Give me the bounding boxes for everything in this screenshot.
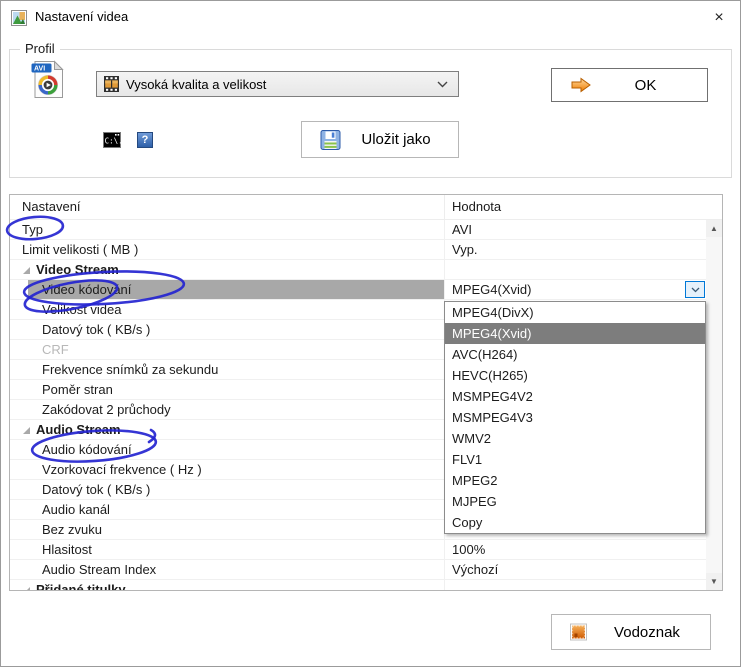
column-header-settings: Nastavení [10, 195, 445, 219]
grid-row[interactable]: Typ AVI [10, 220, 722, 240]
setting-label: Video Stream [36, 262, 119, 277]
profile-group-label: Profil [20, 41, 60, 56]
setting-label: Typ [22, 222, 43, 237]
avi-badge-label: AVI [34, 66, 45, 73]
codec-option[interactable]: FLV1 [445, 449, 705, 470]
ok-button[interactable]: OK [551, 68, 708, 102]
scrollbar-down-icon[interactable]: ▼ [706, 573, 722, 590]
grid-row[interactable]: Hlasitost 100% [10, 540, 722, 560]
scrollbar-up-icon[interactable]: ▲ [706, 220, 722, 237]
preset-combo-value: Vysoká kvalita a velikost [126, 77, 437, 92]
setting-label: Audio Stream Index [42, 562, 156, 577]
expanded-triangle-icon[interactable] [23, 587, 30, 591]
grid-row[interactable]: Video Stream [10, 260, 722, 280]
chevron-down-icon [437, 81, 448, 88]
film-strip-icon [104, 76, 119, 92]
chevron-down-icon [691, 287, 700, 293]
codec-option[interactable]: AVC(H264) [445, 344, 705, 365]
watermark-button-label: Vodoznak [592, 615, 702, 649]
setting-label: Vzorkovací frekvence ( Hz ) [42, 462, 202, 477]
codec-option[interactable]: Copy [445, 512, 705, 533]
setting-label: CRF [42, 342, 69, 357]
grid-header: Nastavení Hodnota [10, 195, 722, 220]
setting-label: Velikost videa [42, 302, 122, 317]
setting-label: Audio Stream [36, 422, 121, 437]
floppy-save-icon [320, 129, 341, 150]
value-combo-button[interactable] [685, 281, 705, 298]
codec-dropdown-list: MPEG4(DivX)MPEG4(Xvid)AVC(H264)HEVC(H265… [444, 301, 706, 534]
ok-button-label: OK [592, 69, 699, 101]
setting-value: Vyp. [452, 242, 478, 257]
grid-row[interactable]: Video kódování MPEG4(Xvid) [10, 280, 722, 300]
codec-option[interactable]: MSMPEG4V2 [445, 386, 705, 407]
codec-option[interactable]: WMV2 [445, 428, 705, 449]
avi-format-icon: AVI [31, 60, 64, 99]
codec-option[interactable]: MJPEG [445, 491, 705, 512]
setting-label: Audio kanál [42, 502, 110, 517]
expanded-triangle-icon[interactable] [23, 267, 30, 274]
orange-arrow-icon [570, 77, 592, 93]
setting-value: MPEG4(Xvid) [452, 282, 531, 297]
codec-option[interactable]: MPEG2 [445, 470, 705, 491]
codec-option[interactable]: MSMPEG4V3 [445, 407, 705, 428]
page-title: Nastavení videa [35, 1, 128, 35]
setting-label: Přidané titulky [36, 582, 126, 591]
save-as-button-label: Uložit jako [342, 122, 450, 157]
setting-label: Bez zvuku [42, 522, 102, 537]
setting-label: Limit velikosti ( MB ) [22, 242, 138, 257]
profile-preset-combobox[interactable]: Vysoká kvalita a velikost [96, 71, 459, 97]
setting-label: Frekvence snímků za sekundu [42, 362, 218, 377]
setting-value: AVI [452, 222, 472, 237]
setting-value: Výchozí [452, 562, 498, 577]
watermark-button[interactable]: Vodoznak [551, 614, 711, 650]
codec-option[interactable]: HEVC(H265) [445, 365, 705, 386]
setting-label: Datový tok ( KB/s ) [42, 482, 150, 497]
setting-label: Poměr stran [42, 382, 113, 397]
grid-row[interactable]: Limit velikosti ( MB ) Vyp. [10, 240, 722, 260]
setting-value: 100% [452, 542, 485, 557]
vertical-scrollbar[interactable]: ▲ ▼ [706, 220, 722, 590]
app-picture-icon [11, 10, 27, 26]
setting-label: Zakódovat 2 průchody [42, 402, 171, 417]
grid-row[interactable]: Audio Stream Index Výchozí [10, 560, 722, 580]
grid-row[interactable]: Přidané titulky [10, 580, 722, 591]
expanded-triangle-icon[interactable] [23, 427, 30, 434]
setting-label: Video kódování [42, 282, 131, 297]
cmd-icon-text: C:\. [105, 137, 121, 146]
setting-label: Audio kódování [42, 442, 132, 457]
video-settings-dialog: Nastavení videa × Profil AVI Vysoká kval… [0, 0, 741, 667]
watermark-stamp-icon [570, 624, 587, 641]
help-icon[interactable]: ? [137, 132, 153, 148]
save-as-button[interactable]: Uložit jako [301, 121, 459, 158]
setting-label: Hlasitost [42, 542, 92, 557]
close-icon[interactable]: × [706, 7, 732, 29]
title-bar: Nastavení videa × [1, 1, 740, 35]
command-line-icon[interactable]: C:\. [103, 132, 121, 148]
column-header-value: Hodnota [445, 195, 722, 219]
setting-label: Datový tok ( KB/s ) [42, 322, 150, 337]
codec-option[interactable]: MPEG4(DivX) [445, 302, 705, 323]
codec-option[interactable]: MPEG4(Xvid) [445, 323, 705, 344]
